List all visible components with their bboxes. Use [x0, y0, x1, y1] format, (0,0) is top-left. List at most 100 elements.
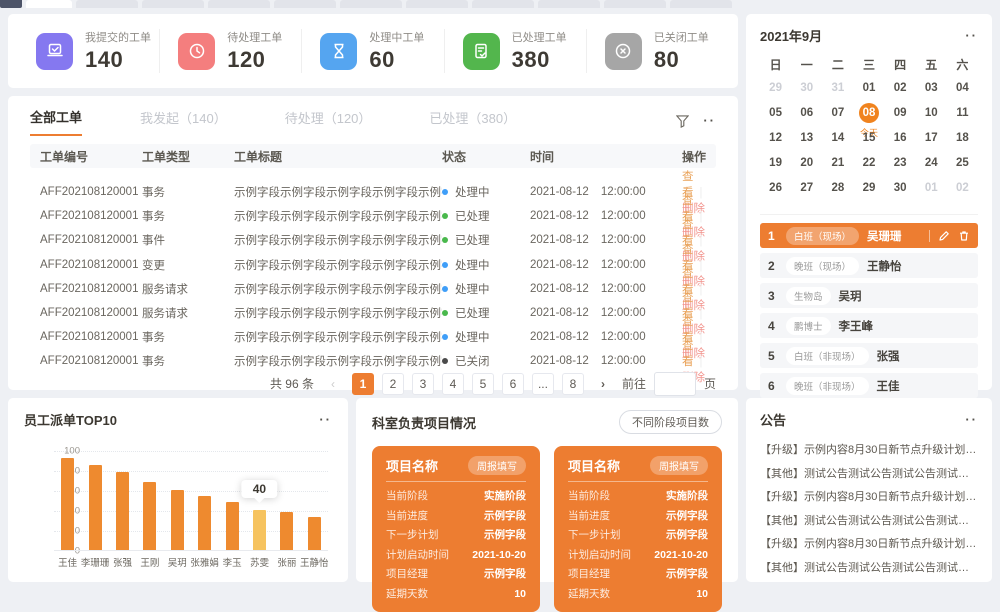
calendar-day-18[interactable]: 18 [947, 127, 978, 152]
browser-tab[interactable] [670, 0, 732, 8]
weekly-report-badge[interactable]: 周报填写 [468, 456, 526, 475]
duty-row[interactable]: 3生物岛吴玥 [760, 283, 978, 308]
calendar-day-27[interactable]: 27 [791, 177, 822, 202]
trash-icon[interactable] [958, 230, 970, 242]
calendar-day-31[interactable]: 31 [822, 77, 853, 102]
duty-row[interactable]: 5白班（非现场）张强 [760, 343, 978, 368]
browser-tab[interactable] [142, 0, 204, 8]
bar-李珊珊[interactable] [89, 465, 102, 550]
prev-page-button[interactable]: ‹ [322, 373, 344, 395]
browser-corner[interactable] [0, 0, 22, 8]
more-menu-icon[interactable]: ·· [965, 417, 978, 423]
calendar-day-21[interactable]: 21 [822, 152, 853, 177]
calendar-day-13[interactable]: 13 [791, 127, 822, 152]
browser-tab[interactable] [538, 0, 600, 8]
duty-row[interactable]: 4鹏博士李王峰 [760, 313, 978, 338]
page-button-5[interactable]: 5 [472, 373, 494, 395]
filter-icon[interactable] [676, 115, 689, 128]
calendar-day-22[interactable]: 22 [853, 152, 884, 177]
edit-icon[interactable] [938, 230, 950, 242]
duty-row[interactable]: 1白班（现场）吴珊珊 [760, 223, 978, 248]
calendar-day-14[interactable]: 14 [822, 127, 853, 152]
calendar-day-29[interactable]: 29 [760, 77, 791, 102]
page-button-8[interactable]: 8 [562, 373, 584, 395]
calendar-day-09[interactable]: 09 [885, 102, 916, 127]
goto-page-input[interactable] [654, 372, 696, 396]
tab-我发起（140）[interactable]: 我发起（140） [140, 108, 227, 135]
view-link[interactable]: 查看 [682, 340, 694, 368]
browser-tab[interactable] [208, 0, 270, 8]
bar-张雅娟[interactable] [198, 496, 211, 550]
browser-tab[interactable] [26, 0, 72, 8]
page-button-...[interactable]: ... [532, 373, 554, 395]
calendar-day-16[interactable]: 16 [885, 127, 916, 152]
browser-tab[interactable] [604, 0, 666, 8]
bar-张丽[interactable] [280, 512, 293, 550]
calendar-day-02[interactable]: 02 [885, 77, 916, 102]
calendar-day-23[interactable]: 23 [885, 152, 916, 177]
bar-张强[interactable] [116, 472, 129, 550]
stage-count-button[interactable]: 不同阶段项目数 [619, 410, 722, 434]
bar-吴玥[interactable] [171, 490, 184, 550]
calendar-day-28[interactable]: 28 [822, 177, 853, 202]
announcement-item[interactable]: 【其他】测试公告测试公告测试公告测试公告测试公告 [760, 557, 978, 581]
browser-tab[interactable] [340, 0, 402, 8]
weekly-report-badge[interactable]: 周报填写 [650, 456, 708, 475]
calendar-day-10[interactable]: 10 [916, 102, 947, 127]
announcement-item[interactable]: 【升级】示例内容8月30日新节点升级计划通知 [760, 533, 978, 557]
bar-李玉[interactable] [226, 502, 239, 550]
bar-王刚[interactable] [143, 482, 156, 550]
tab-已处理（380）[interactable]: 已处理（380） [429, 108, 516, 135]
announcement-item[interactable]: 【升级】示例内容8月30日新节点升级计划通知 [760, 439, 978, 463]
bar-苏雯[interactable] [253, 510, 266, 550]
browser-tab[interactable] [406, 0, 468, 8]
page-button-4[interactable]: 4 [442, 373, 464, 395]
calendar-day-05[interactable]: 05 [760, 102, 791, 127]
calendar-day-11[interactable]: 11 [947, 102, 978, 127]
more-menu-icon[interactable]: ·· [319, 417, 332, 423]
more-menu-icon[interactable]: ·· [703, 118, 716, 124]
bar-王佳[interactable] [61, 458, 74, 550]
stat-item[interactable]: 我提交的工单140 [18, 29, 159, 73]
bar-王静怡[interactable] [308, 517, 321, 550]
more-menu-icon[interactable]: ·· [965, 33, 978, 39]
announcement-item[interactable]: 【其他】测试公告测试公告测试公告测试公告测试公告 [760, 510, 978, 534]
calendar-day-03[interactable]: 03 [916, 77, 947, 102]
calendar-day-30[interactable]: 30 [885, 177, 916, 202]
calendar-day-08[interactable]: 08今天 [853, 102, 884, 127]
calendar-day-26[interactable]: 26 [760, 177, 791, 202]
calendar-day-30[interactable]: 30 [791, 77, 822, 102]
calendar-day-04[interactable]: 04 [947, 77, 978, 102]
calendar-day-20[interactable]: 20 [791, 152, 822, 177]
calendar-day-01[interactable]: 01 [916, 177, 947, 202]
calendar-day-02[interactable]: 02 [947, 177, 978, 202]
browser-tab[interactable] [472, 0, 534, 8]
calendar-day-17[interactable]: 17 [916, 127, 947, 152]
tab-待处理（120）[interactable]: 待处理（120） [285, 108, 372, 135]
stat-item[interactable]: 处理中工单60 [301, 29, 443, 73]
stat-item[interactable]: 待处理工单120 [159, 29, 301, 73]
announcement-item[interactable]: 【升级】示例内容8月30日新节点升级计划通知 [760, 486, 978, 510]
stat-item[interactable]: 已处理工单380 [444, 29, 586, 73]
page-button-6[interactable]: 6 [502, 373, 524, 395]
calendar-day-19[interactable]: 19 [760, 152, 791, 177]
calendar-day-06[interactable]: 06 [791, 102, 822, 127]
calendar-day-01[interactable]: 01 [853, 77, 884, 102]
calendar-day-12[interactable]: 12 [760, 127, 791, 152]
calendar-day-29[interactable]: 29 [853, 177, 884, 202]
stat-item[interactable]: 已关闭工单80 [586, 29, 728, 73]
browser-tab[interactable] [76, 0, 138, 8]
calendar-day-07[interactable]: 07 [822, 102, 853, 127]
calendar-day-24[interactable]: 24 [916, 152, 947, 177]
page-button-1[interactable]: 1 [352, 373, 374, 395]
calendar-day-25[interactable]: 25 [947, 152, 978, 177]
tab-全部工单[interactable]: 全部工单 [30, 107, 82, 136]
duty-row[interactable]: 6晚班（非现场）王佳 [760, 373, 978, 398]
browser-tab[interactable] [274, 0, 336, 8]
next-page-button[interactable]: › [592, 373, 614, 395]
announcement-item[interactable]: 【其他】测试公告测试公告测试公告测试公告测试公告 [760, 463, 978, 487]
page-button-2[interactable]: 2 [382, 373, 404, 395]
page-button-3[interactable]: 3 [412, 373, 434, 395]
duty-row[interactable]: 2晚班（现场）王静怡 [760, 253, 978, 278]
calendar-day-15[interactable]: 15 [853, 127, 884, 152]
